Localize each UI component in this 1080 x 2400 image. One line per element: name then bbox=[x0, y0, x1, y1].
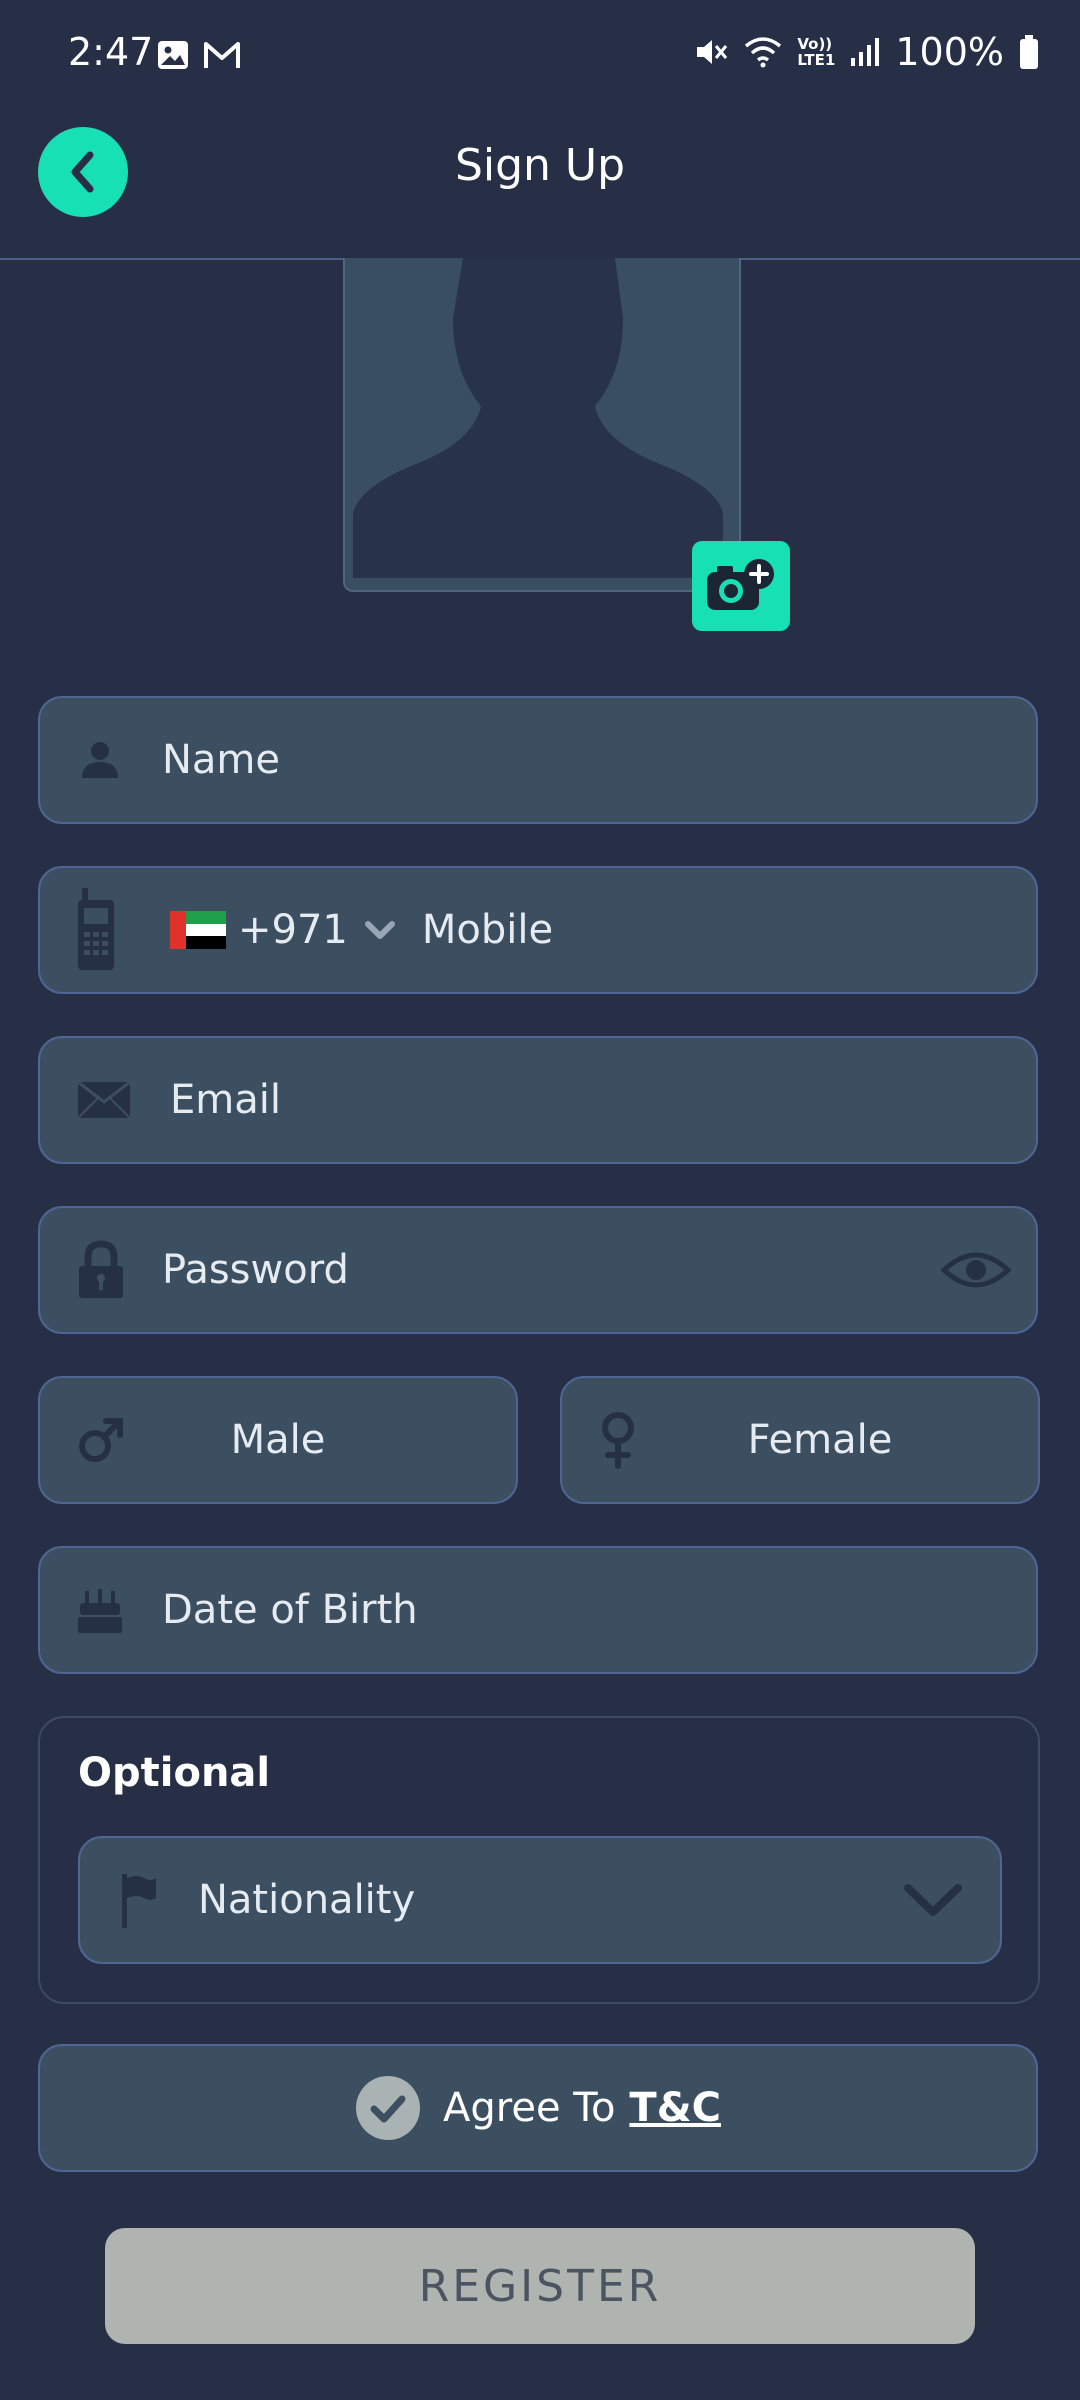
agree-terms-row[interactable]: Agree To T&C bbox=[38, 2044, 1038, 2172]
uae-flag-icon bbox=[170, 911, 226, 949]
country-code-selector[interactable]: +971 bbox=[170, 907, 400, 953]
female-icon bbox=[598, 1410, 638, 1470]
name-field[interactable]: Name bbox=[38, 696, 1038, 824]
cake-icon bbox=[76, 1585, 124, 1635]
check-circle-icon[interactable] bbox=[355, 2075, 421, 2141]
name-placeholder: Name bbox=[162, 737, 281, 783]
person-icon bbox=[76, 736, 124, 784]
mobile-field[interactable]: +971 Mobile bbox=[38, 866, 1038, 994]
status-time: 2:47 bbox=[68, 30, 154, 74]
signal-icon bbox=[851, 38, 880, 66]
register-button[interactable]: REGISTER bbox=[105, 2228, 975, 2344]
nationality-chevron-icon bbox=[902, 1880, 964, 1920]
password-field[interactable]: Password bbox=[38, 1206, 1038, 1334]
country-code: +971 bbox=[238, 907, 348, 953]
mobile-placeholder: Mobile bbox=[421, 907, 554, 953]
gender-male-button[interactable]: Male bbox=[38, 1376, 518, 1504]
optional-title: Optional bbox=[78, 1750, 271, 1796]
battery-percent: 100% bbox=[895, 30, 1004, 74]
envelope-icon bbox=[76, 1080, 132, 1120]
network-label-bottom: LTE1 bbox=[797, 51, 836, 69]
flag-icon bbox=[118, 1872, 158, 1928]
wifi-icon bbox=[745, 37, 782, 68]
camera-plus-icon bbox=[707, 559, 774, 610]
gallery-icon bbox=[158, 41, 188, 69]
status-right-group: Vo)) LTE1 100% bbox=[693, 30, 1040, 74]
nationality-placeholder: Nationality bbox=[198, 1877, 416, 1923]
password-placeholder: Password bbox=[162, 1247, 349, 1293]
email-placeholder: Email bbox=[170, 1077, 281, 1123]
agree-label: Agree To bbox=[443, 2085, 616, 2131]
network-type: Vo)) LTE1 bbox=[797, 36, 835, 68]
gender-female-button[interactable]: Female bbox=[560, 1376, 1040, 1504]
eye-icon[interactable] bbox=[940, 1246, 1012, 1294]
gmail-icon bbox=[204, 42, 240, 68]
add-photo-button[interactable] bbox=[692, 541, 790, 631]
phone-icon bbox=[76, 888, 116, 972]
nationality-dropdown[interactable]: Nationality bbox=[78, 1836, 1002, 1964]
date-of-birth-placeholder: Date of Birth bbox=[162, 1587, 418, 1633]
chevron-down-icon bbox=[364, 921, 395, 939]
lock-icon bbox=[76, 1240, 126, 1300]
gender-male-label: Male bbox=[230, 1417, 326, 1463]
profile-photo-placeholder[interactable] bbox=[343, 258, 741, 592]
person-silhouette-icon bbox=[353, 258, 723, 578]
network-label-top: Vo)) bbox=[797, 35, 833, 53]
gender-female-label: Female bbox=[747, 1417, 893, 1463]
status-notification-icons bbox=[156, 38, 242, 72]
battery-icon bbox=[1020, 35, 1038, 69]
email-field[interactable]: Email bbox=[38, 1036, 1038, 1164]
page-title: Sign Up bbox=[454, 140, 626, 191]
mute-icon bbox=[697, 40, 728, 64]
male-icon bbox=[76, 1415, 126, 1465]
date-of-birth-field[interactable]: Date of Birth bbox=[38, 1546, 1038, 1674]
terms-link[interactable]: T&C bbox=[629, 2085, 721, 2131]
